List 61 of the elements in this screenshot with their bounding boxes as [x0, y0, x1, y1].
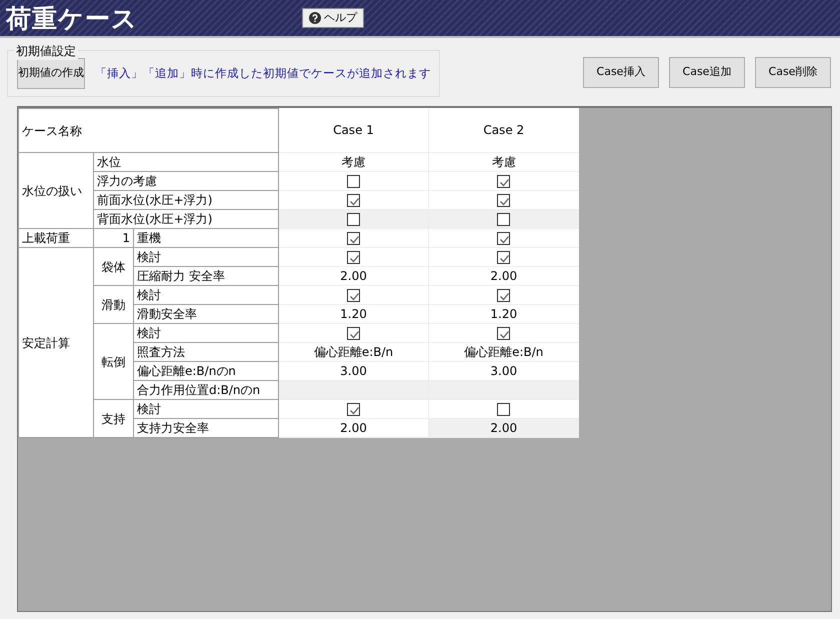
row-label: 前面水位(水圧+浮力) [94, 190, 278, 210]
checkbox[interactable] [347, 194, 360, 207]
group-label: 安定計算 [18, 248, 94, 438]
row-label: 圧縮耐力 安全率 [134, 266, 278, 286]
header-cell: ケース名称 [18, 108, 278, 152]
case-button[interactable]: Case削除 [755, 57, 831, 88]
subgroup-label: 転倒 [94, 324, 134, 400]
row-label: 検討 [134, 248, 278, 266]
column-header: Case 1 [278, 108, 428, 152]
row-label: 検討 [134, 286, 278, 304]
value-text: 2.00 [490, 269, 518, 283]
subgroup-label: 1 [94, 228, 134, 248]
checkbox[interactable] [347, 250, 360, 264]
row-label: 検討 [134, 400, 278, 418]
checkbox[interactable] [347, 232, 360, 245]
value-text: 1.20 [340, 307, 367, 321]
value-text: 偏心距離e:B/n [464, 345, 544, 359]
case-button[interactable]: Case挿入 [583, 57, 659, 88]
info-text: 「挿入」「追加」時に作成した初期値でケースが追加されます [95, 64, 431, 82]
checkbox[interactable] [347, 174, 360, 188]
subgroup-label: 滑動 [94, 286, 134, 324]
value-text: 2.00 [490, 421, 518, 435]
checkbox[interactable] [497, 288, 510, 302]
value-text: 3.00 [340, 364, 367, 378]
value-text: 3.00 [490, 364, 518, 378]
row-label: 滑動安全率 [134, 304, 278, 324]
row-label: 合力作用位置d:B/nのn [134, 380, 278, 400]
row-label: 偏心距離e:B/nのn [134, 362, 278, 380]
column-header: Case 2 [428, 108, 578, 152]
checkbox[interactable] [497, 326, 510, 340]
row-label: 重機 [134, 228, 278, 248]
value-text: 偏心距離e:B/n [314, 345, 394, 359]
value-text: 2.00 [340, 269, 367, 283]
group-label: 上載荷重 [18, 228, 94, 248]
checkbox[interactable] [497, 250, 510, 264]
value-text: 考慮 [342, 155, 366, 169]
subgroup-label: 袋体 [94, 248, 134, 286]
value-text: 2.00 [340, 421, 367, 435]
checkbox[interactable] [497, 402, 510, 416]
checkbox[interactable] [347, 402, 360, 416]
checkbox[interactable] [347, 326, 360, 340]
row-label: 背面水位(水圧+浮力) [94, 210, 278, 228]
row-label: 検討 [134, 324, 278, 342]
value-text: 考慮 [492, 155, 516, 169]
checkbox[interactable] [347, 288, 360, 302]
row-label: 支持力安全率 [134, 418, 278, 438]
case-button[interactable]: Case追加 [669, 57, 745, 88]
row-label: 水位 [94, 152, 278, 172]
group-legend: 初期値設定 [14, 42, 78, 60]
checkbox[interactable] [497, 174, 510, 188]
subgroup-label: 支持 [94, 400, 134, 438]
page-title: 荷重ケース [6, 6, 139, 30]
checkbox[interactable] [497, 232, 510, 245]
group-label: 水位の扱い [18, 152, 94, 228]
row-label: 照査方法 [134, 342, 278, 362]
help-button[interactable]: ヘルプ [302, 8, 364, 28]
row-label: 浮力の考慮 [94, 172, 278, 190]
value-text: 1.20 [490, 307, 518, 321]
help-icon [309, 12, 321, 24]
create-defaults-button[interactable]: 初期値の作成 [17, 58, 85, 89]
checkbox[interactable] [497, 194, 510, 207]
